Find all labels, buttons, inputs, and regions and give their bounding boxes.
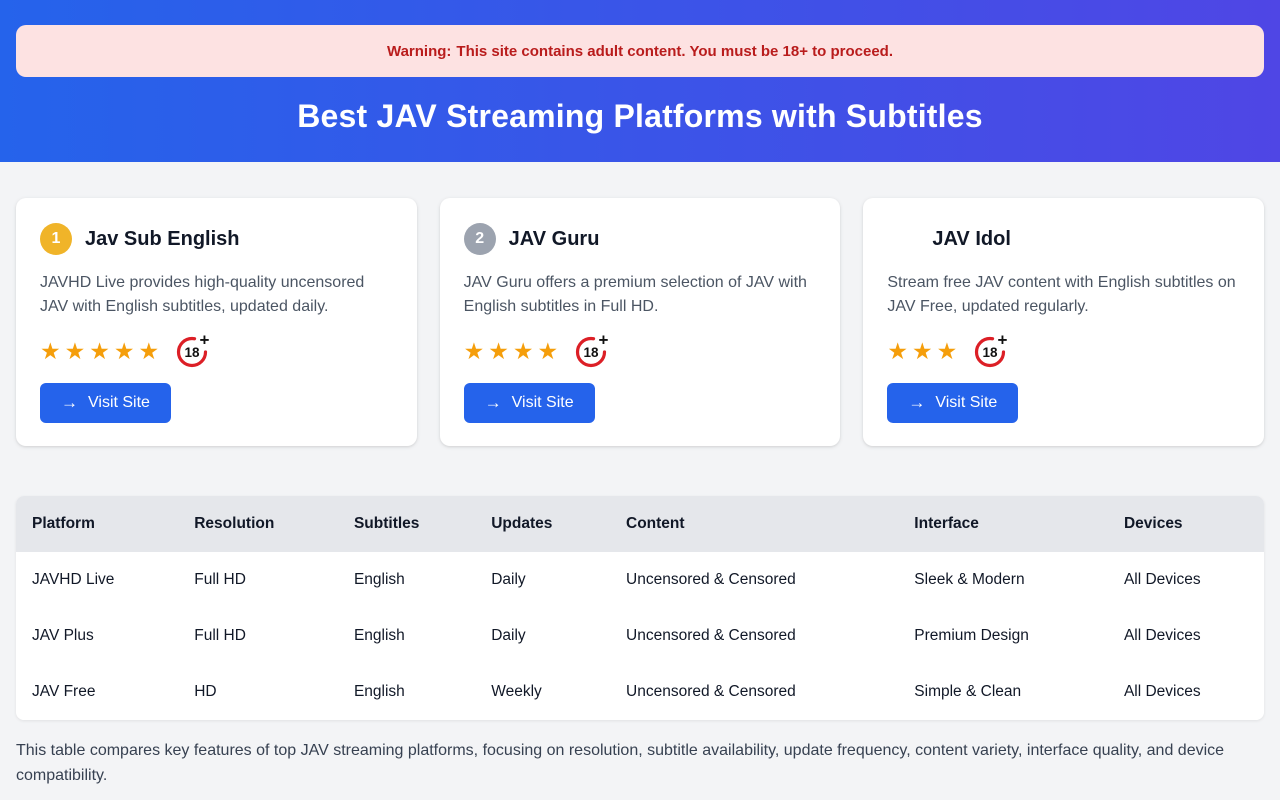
visit-site-label: Visit Site bbox=[88, 394, 150, 412]
table-cell: English bbox=[338, 552, 475, 608]
table-row: JAV PlusFull HDEnglishDailyUncensored & … bbox=[16, 608, 1264, 664]
rank-badge bbox=[887, 223, 919, 255]
age-18-plus-icon: 18 + bbox=[175, 333, 211, 369]
arrow-right-icon: → bbox=[908, 393, 925, 413]
table-cell: JAVHD Live bbox=[16, 552, 178, 608]
column-header: Platform bbox=[16, 496, 178, 552]
table-cell: Full HD bbox=[178, 552, 338, 608]
card-header: JAV Idol bbox=[887, 223, 1240, 255]
table-header-row: PlatformResolutionSubtitlesUpdatesConten… bbox=[16, 496, 1264, 552]
visit-site-button[interactable]: → Visit Site bbox=[887, 383, 1018, 423]
column-header: Resolution bbox=[178, 496, 338, 552]
table-cell: Premium Design bbox=[898, 608, 1108, 664]
warning-text: This site contains adult content. You mu… bbox=[456, 43, 893, 60]
table-cell: Full HD bbox=[178, 608, 338, 664]
platform-card: 1 Jav Sub English JAVHD Live provides hi… bbox=[16, 198, 417, 446]
platform-card: 2 JAV Guru JAV Guru offers a premium sel… bbox=[440, 198, 841, 446]
age-18-plus-icon: 18 + bbox=[574, 333, 610, 369]
column-header: Interface bbox=[898, 496, 1108, 552]
visit-site-label: Visit Site bbox=[512, 394, 574, 412]
card-header: 2 JAV Guru bbox=[464, 223, 817, 255]
table-cell: Uncensored & Censored bbox=[610, 664, 898, 720]
card-description: JAV Guru offers a premium selection of J… bbox=[464, 271, 817, 319]
warning-label: Warning: bbox=[387, 43, 451, 60]
table-cell: Daily bbox=[475, 552, 610, 608]
column-header: Devices bbox=[1108, 496, 1264, 552]
platform-cards-row: 1 Jav Sub English JAVHD Live provides hi… bbox=[16, 198, 1264, 446]
star-rating: ★★★ bbox=[887, 340, 961, 363]
platform-card: JAV Idol Stream free JAV content with En… bbox=[863, 198, 1264, 446]
table-cell: English bbox=[338, 608, 475, 664]
star-rating: ★★★★ bbox=[464, 340, 562, 363]
table-cell: English bbox=[338, 664, 475, 720]
svg-text:18: 18 bbox=[584, 345, 600, 360]
comparison-table: PlatformResolutionSubtitlesUpdatesConten… bbox=[16, 496, 1264, 720]
svg-text:+: + bbox=[200, 333, 210, 350]
visit-site-label: Visit Site bbox=[935, 394, 997, 412]
table-cell: Uncensored & Censored bbox=[610, 552, 898, 608]
svg-text:+: + bbox=[599, 333, 609, 350]
table-cell: All Devices bbox=[1108, 608, 1264, 664]
table-cell: All Devices bbox=[1108, 664, 1264, 720]
visit-site-button[interactable]: → Visit Site bbox=[464, 383, 595, 423]
table-cell: Weekly bbox=[475, 664, 610, 720]
age-18-plus-icon: 18 + bbox=[973, 333, 1009, 369]
card-description: Stream free JAV content with English sub… bbox=[887, 271, 1240, 319]
table-cell: JAV Plus bbox=[16, 608, 178, 664]
table-row: JAV FreeHDEnglishWeeklyUncensored & Cens… bbox=[16, 664, 1264, 720]
table-head: PlatformResolutionSubtitlesUpdatesConten… bbox=[16, 496, 1264, 552]
rank-badge: 2 bbox=[464, 223, 496, 255]
star-rating: ★★★★★ bbox=[40, 340, 163, 363]
card-title: Jav Sub English bbox=[85, 228, 239, 251]
table-body: JAVHD LiveFull HDEnglishDailyUncensored … bbox=[16, 552, 1264, 720]
table-note: This table compares key features of top … bbox=[16, 738, 1264, 788]
comparison-table-container: PlatformResolutionSubtitlesUpdatesConten… bbox=[16, 496, 1264, 720]
card-description: JAVHD Live provides high-quality uncenso… bbox=[40, 271, 393, 319]
table-cell: Simple & Clean bbox=[898, 664, 1108, 720]
table-cell: Uncensored & Censored bbox=[610, 608, 898, 664]
adult-warning-banner: Warning: This site contains adult conten… bbox=[16, 25, 1264, 77]
arrow-right-icon: → bbox=[61, 393, 78, 413]
table-cell: JAV Free bbox=[16, 664, 178, 720]
rating-row: ★★★★★ 18 + bbox=[40, 333, 393, 369]
rank-badge: 1 bbox=[40, 223, 72, 255]
column-header: Content bbox=[610, 496, 898, 552]
page-header: Warning: This site contains adult conten… bbox=[0, 0, 1280, 162]
rating-row: ★★★★ 18 + bbox=[464, 333, 817, 369]
svg-text:18: 18 bbox=[983, 345, 999, 360]
column-header: Updates bbox=[475, 496, 610, 552]
table-row: JAVHD LiveFull HDEnglishDailyUncensored … bbox=[16, 552, 1264, 608]
visit-site-button[interactable]: → Visit Site bbox=[40, 383, 171, 423]
column-header: Subtitles bbox=[338, 496, 475, 552]
svg-text:18: 18 bbox=[185, 345, 201, 360]
svg-text:+: + bbox=[998, 333, 1008, 350]
table-cell: HD bbox=[178, 664, 338, 720]
card-title: JAV Guru bbox=[509, 228, 600, 251]
table-cell: Daily bbox=[475, 608, 610, 664]
page-title: Best JAV Streaming Platforms with Subtit… bbox=[16, 98, 1264, 135]
main-content: 1 Jav Sub English JAVHD Live provides hi… bbox=[0, 198, 1280, 788]
table-cell: Sleek & Modern bbox=[898, 552, 1108, 608]
card-header: 1 Jav Sub English bbox=[40, 223, 393, 255]
table-cell: All Devices bbox=[1108, 552, 1264, 608]
card-title: JAV Idol bbox=[932, 228, 1011, 251]
arrow-right-icon: → bbox=[485, 393, 502, 413]
rating-row: ★★★ 18 + bbox=[887, 333, 1240, 369]
